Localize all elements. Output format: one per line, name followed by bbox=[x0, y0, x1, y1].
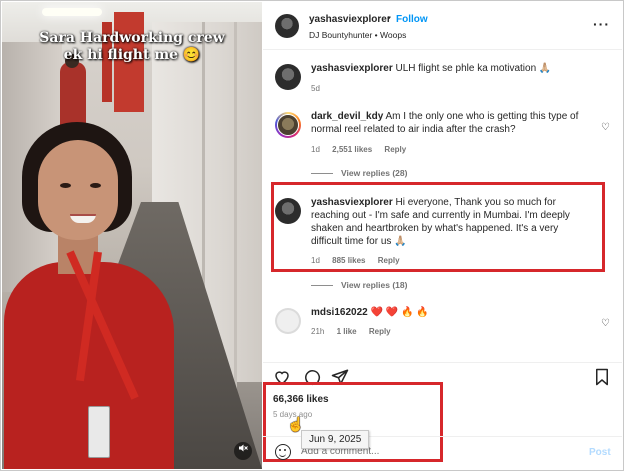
emoji-icon[interactable] bbox=[275, 444, 291, 460]
comment-time[interactable]: 1d bbox=[311, 256, 320, 265]
date-tooltip: Jun 9, 2025 bbox=[301, 430, 370, 449]
comment-time[interactable]: 1d bbox=[311, 145, 320, 154]
reel-video[interactable]: Sara Hardworking crew ek hi flight me 😊 bbox=[2, 2, 262, 469]
header-username[interactable]: yashasviexplorer bbox=[309, 14, 391, 25]
post-comment-button[interactable]: Post bbox=[589, 447, 611, 458]
comment-time[interactable]: 21h bbox=[311, 327, 324, 336]
avatar[interactable] bbox=[275, 112, 301, 138]
avatar[interactable] bbox=[275, 308, 301, 334]
comment-text: dark_devil_kdy Am I the only one who is … bbox=[311, 110, 601, 136]
hand-cursor-icon: ☝ bbox=[287, 416, 305, 432]
comment-body: ULH flight se phle ka motivation 🙏🏼 bbox=[395, 63, 552, 74]
reply-button[interactable]: Reply bbox=[384, 145, 406, 154]
audio-track[interactable]: DJ Bountyhunter • Woops bbox=[309, 30, 406, 40]
speaker-muted-icon[interactable] bbox=[234, 442, 252, 460]
divider-line bbox=[311, 285, 333, 287]
comment-text: yashasviexplorer Hi everyone, Thank you … bbox=[311, 196, 591, 248]
post-likes-count[interactable]: 66,366 likes bbox=[273, 394, 329, 405]
view-replies-button[interactable]: View replies (28) bbox=[311, 168, 407, 178]
comment-meta: 5d bbox=[311, 84, 330, 93]
comment-time[interactable]: 5d bbox=[311, 84, 320, 93]
bookmark-icon[interactable] bbox=[593, 368, 611, 386]
person-face bbox=[38, 140, 118, 240]
id-badge bbox=[88, 406, 110, 458]
video-caption: Sara Hardworking crew ek hi flight me 😊 bbox=[39, 30, 225, 63]
comment-username[interactable]: mdsi162022 bbox=[311, 307, 368, 318]
separator-dot: • bbox=[387, 13, 391, 24]
avatar[interactable] bbox=[275, 64, 301, 90]
wall-seam bbox=[234, 22, 237, 442]
view-replies-label: View replies (28) bbox=[341, 168, 408, 178]
reply-button[interactable]: Reply bbox=[369, 327, 391, 336]
person-eye bbox=[60, 183, 71, 188]
comment-meta: 1d 885 likes Reply bbox=[311, 256, 410, 265]
follow-button[interactable]: Follow bbox=[396, 14, 428, 25]
comment-likes[interactable]: 1 like bbox=[337, 327, 357, 336]
comment-meta: 21h 1 like Reply bbox=[311, 327, 401, 336]
post-header: yashasviexplorer • Follow DJ Bountyhunte… bbox=[263, 2, 622, 50]
comment-username[interactable]: yashasviexplorer bbox=[311, 197, 393, 208]
comment-username[interactable]: dark_devil_kdy bbox=[311, 111, 383, 122]
comment-username[interactable]: yashasviexplorer bbox=[311, 63, 393, 74]
view-replies-label: View replies (18) bbox=[341, 280, 408, 290]
divider-line bbox=[311, 173, 333, 175]
comment-body: ❤️ ❤️ 🔥 🔥 bbox=[370, 307, 429, 318]
comment-heart-icon[interactable]: ♡ bbox=[601, 318, 610, 329]
reply-button[interactable]: Reply bbox=[378, 256, 400, 265]
speaker-muted-icon-glyph bbox=[239, 444, 248, 452]
avatar[interactable] bbox=[275, 198, 301, 224]
ceiling-light bbox=[42, 8, 102, 16]
comment-text: yashasviexplorer ULH flight se phle ka m… bbox=[311, 62, 601, 75]
view-replies-button[interactable]: View replies (18) bbox=[311, 280, 407, 290]
ellipsis-icon[interactable]: ··· bbox=[593, 16, 610, 32]
comment-text: mdsi162022 ❤️ ❤️ 🔥 🔥 bbox=[311, 306, 601, 319]
comment-likes[interactable]: 885 likes bbox=[332, 256, 365, 265]
comment-meta: 1d 2,551 likes Reply bbox=[311, 145, 416, 154]
post-side-panel: yashasviexplorer • Follow DJ Bountyhunte… bbox=[263, 2, 622, 469]
comment-heart-icon[interactable]: ♡ bbox=[601, 122, 610, 133]
comment-likes[interactable]: 2,551 likes bbox=[332, 145, 372, 154]
person-eye bbox=[90, 183, 101, 188]
avatar[interactable] bbox=[275, 14, 299, 38]
